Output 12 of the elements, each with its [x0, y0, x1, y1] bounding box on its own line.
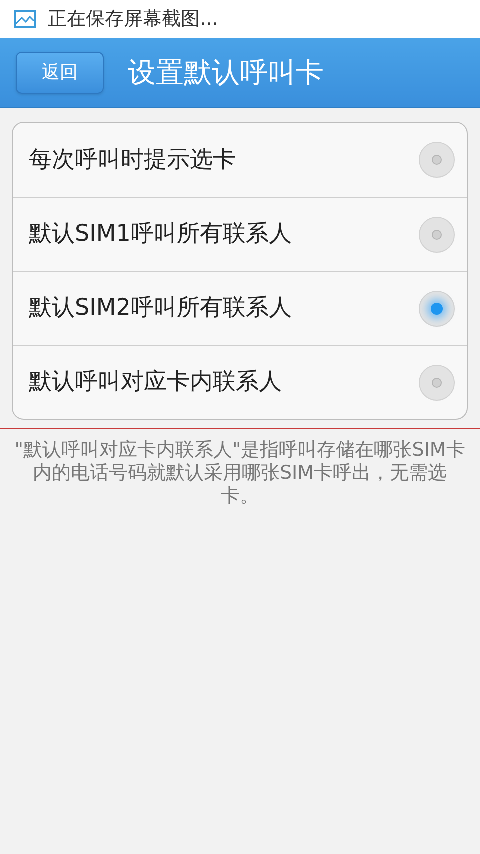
radio-button[interactable]	[419, 216, 455, 252]
option-row[interactable]: 默认SIM1呼叫所有联系人	[13, 197, 467, 271]
image-icon	[14, 10, 36, 28]
page-title: 设置默认呼叫卡	[128, 54, 324, 90]
option-row[interactable]: 默认SIM2呼叫所有联系人	[13, 271, 467, 345]
radio-button[interactable]	[419, 142, 455, 178]
radio-button[interactable]	[419, 290, 455, 326]
notification-text: 正在保存屏幕截图...	[48, 6, 218, 32]
option-row[interactable]: 默认呼叫对应卡内联系人	[13, 345, 467, 419]
note-text: "默认呼叫对应卡内联系人"是指呼叫存储在哪张SIM卡内的电话号码就默认采用哪张SIM卡呼出，无需选卡。	[14, 439, 466, 508]
option-row[interactable]: 每次呼叫时提示选卡	[13, 123, 467, 197]
radio-button[interactable]	[419, 364, 455, 400]
